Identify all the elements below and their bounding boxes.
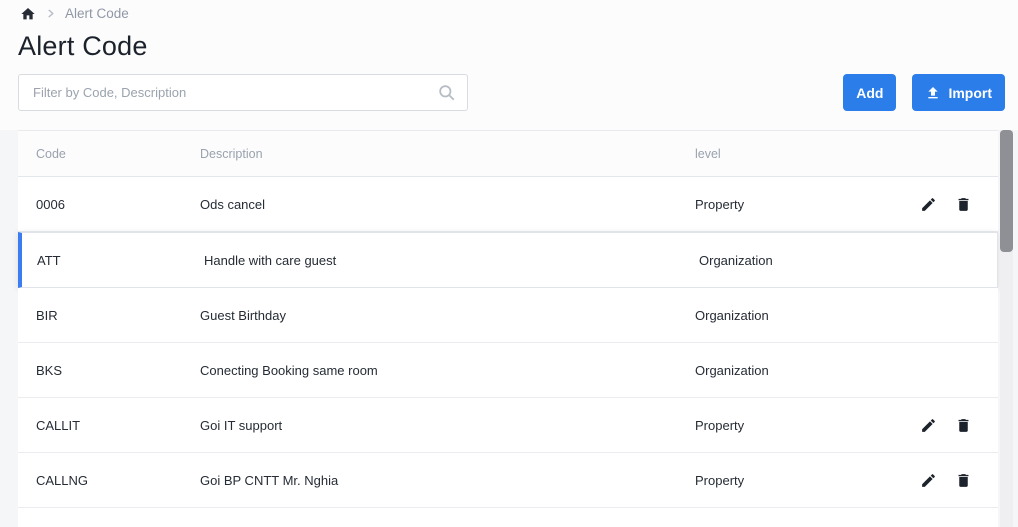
- delete-button[interactable]: [955, 196, 972, 213]
- trash-icon: [955, 417, 972, 434]
- cell-level: Property: [695, 417, 745, 433]
- pencil-icon: [920, 196, 937, 213]
- page-title: Alert Code: [18, 31, 148, 61]
- toolbar-buttons: Add Import: [843, 74, 1005, 111]
- cell-code: CALLIT: [36, 417, 81, 433]
- add-button[interactable]: Add: [843, 74, 897, 111]
- home-icon[interactable]: [20, 6, 36, 22]
- column-header-description: Description: [200, 146, 263, 161]
- filter-field: [18, 74, 468, 111]
- import-button-label: Import: [948, 84, 992, 101]
- add-button-label: Add: [856, 84, 884, 101]
- cell-description: Ods cancel: [200, 196, 266, 212]
- cell-description: Goi IT support: [200, 417, 283, 433]
- table-header-row: Code Description level: [18, 131, 998, 177]
- table-row[interactable]: 0006 Ods cancel Property: [18, 177, 998, 232]
- table-body: 0006 Ods cancel Property ATT Handle with car…: [18, 177, 998, 508]
- filter-input[interactable]: [18, 74, 468, 111]
- table-row[interactable]: ATT Handle with care guest Organization: [18, 232, 998, 288]
- table-scrollbar-thumb[interactable]: [1000, 130, 1013, 252]
- breadcrumb-item[interactable]: Alert Code: [65, 6, 129, 21]
- edit-button[interactable]: [920, 417, 937, 434]
- table-row[interactable]: CALLIT Goi IT support Property: [18, 398, 998, 453]
- delete-button[interactable]: [955, 417, 972, 434]
- cell-description: Conecting Booking same room: [200, 362, 378, 378]
- cell-level: Organization: [699, 252, 773, 268]
- table-row[interactable]: BKS Conecting Booking same room Organizati…: [18, 343, 998, 398]
- cell-code: BIR: [36, 307, 58, 323]
- cell-level: Property: [695, 196, 745, 212]
- edit-button[interactable]: [920, 196, 937, 213]
- toolbar: Add Import: [18, 74, 1005, 111]
- cell-code: CALLNG: [36, 472, 89, 488]
- cell-level: Organization: [695, 307, 769, 323]
- trash-icon: [955, 472, 972, 489]
- cell-code: ATT: [37, 252, 61, 268]
- cell-description: Guest Birthday: [200, 307, 286, 323]
- cell-level: Organization: [695, 362, 769, 378]
- cell-code: BKS: [36, 362, 63, 378]
- cell-description: Handle with care guest: [204, 252, 337, 268]
- row-actions: [918, 472, 998, 489]
- column-header-code: Code: [36, 146, 66, 161]
- breadcrumb: Alert Code: [0, 0, 1018, 22]
- import-button[interactable]: Import: [912, 74, 1005, 111]
- row-actions: [918, 196, 998, 213]
- edit-button[interactable]: [920, 472, 937, 489]
- alert-code-table: Code Description level 0006 Ods cancel Pro…: [18, 130, 998, 527]
- pencil-icon: [920, 472, 937, 489]
- table-row[interactable]: CALLNG Goi BP CNTT Mr. Nghia Property: [18, 453, 998, 508]
- column-header-level: level: [695, 146, 721, 161]
- cell-code: 0006: [36, 196, 65, 212]
- trash-icon: [955, 196, 972, 213]
- pencil-icon: [920, 417, 937, 434]
- upload-icon: [925, 85, 941, 101]
- row-actions: [918, 417, 998, 434]
- cell-level: Property: [695, 472, 745, 488]
- chevron-right-icon: [45, 8, 56, 19]
- delete-button[interactable]: [955, 472, 972, 489]
- table-row[interactable]: BIR Guest Birthday Organization: [18, 288, 998, 343]
- table-scrollbar-track[interactable]: [1000, 130, 1013, 527]
- cell-description: Goi BP CNTT Mr. Nghia: [200, 472, 339, 488]
